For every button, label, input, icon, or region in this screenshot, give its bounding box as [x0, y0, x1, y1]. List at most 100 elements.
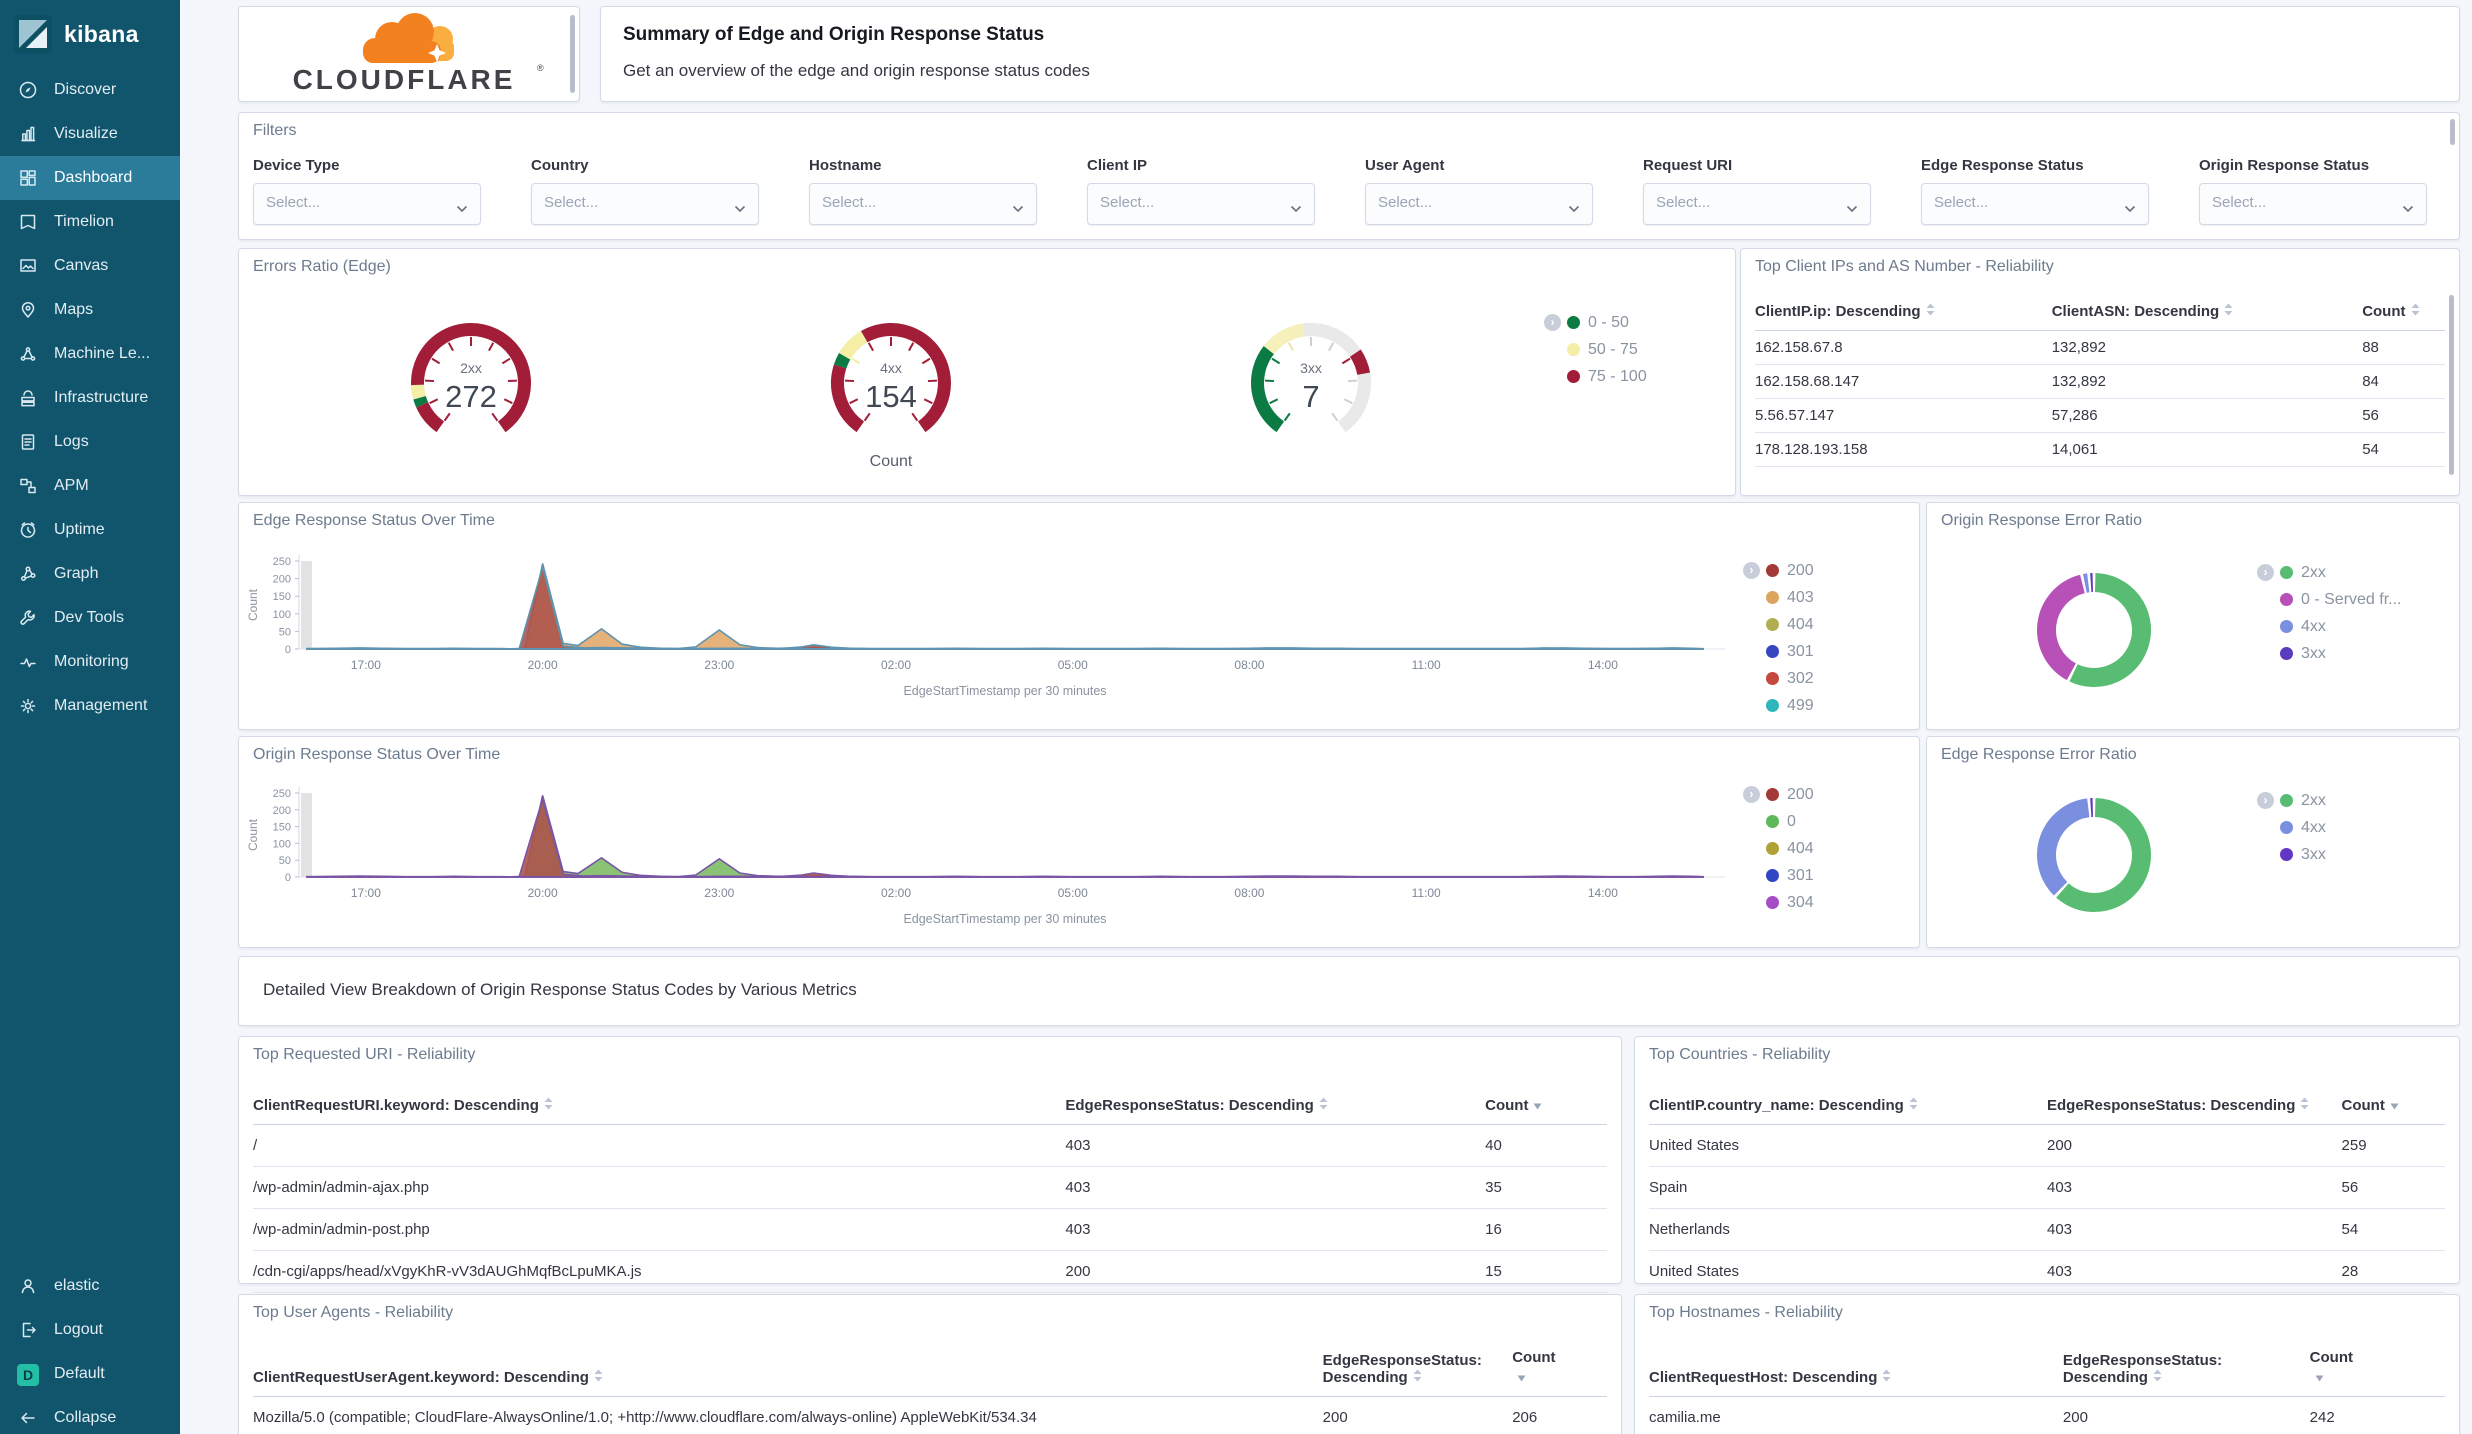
table-row: Spain 403 56	[1649, 1166, 2445, 1209]
column-header-clientip-ip[interactable]: ClientIP.ip: Descending	[1755, 293, 2052, 331]
kibana-logo[interactable]: kibana	[0, 0, 180, 66]
column-header-clientrequesthost[interactable]: ClientRequestHost: Descending	[1649, 1339, 2063, 1397]
legend-item[interactable]: 4xx	[2257, 814, 2326, 841]
sidebar-nav: Discover Visualize Dashboard Timelion Canvas…	[0, 68, 180, 728]
filter-select-user-agent[interactable]: Select...	[1365, 183, 1593, 225]
svg-text:23:00: 23:00	[704, 886, 734, 900]
select-placeholder: Select...	[1934, 194, 1989, 211]
legend-item[interactable]: 0 - Served fr...	[2257, 586, 2401, 613]
sidebar-item-graph[interactable]: Graph	[0, 552, 180, 596]
legend-expand-icon[interactable]: ›	[1743, 786, 1760, 803]
filter-select-hostname[interactable]: Select...	[809, 183, 1037, 225]
legend-expand-icon[interactable]: ›	[2257, 792, 2274, 809]
dashboard-title: Summary of Edge and Origin Response Stat…	[623, 24, 1045, 45]
column-header-count[interactable]: Count	[2341, 1087, 2445, 1125]
filter-select-request-uri[interactable]: Select...	[1643, 183, 1871, 225]
column-header-clientrequesturi-keyword[interactable]: ClientRequestURI.keyword: Descending	[253, 1087, 1066, 1125]
panel-title: Edge Response Status Over Time	[253, 512, 495, 529]
legend-item[interactable]: › 2xx	[2257, 787, 2326, 814]
sidebar-item-management[interactable]: Management	[0, 684, 180, 728]
legend-item[interactable]: 75 - 100	[1544, 363, 1647, 390]
legend-expand-icon[interactable]: ›	[1544, 314, 1561, 331]
legend-swatch	[1766, 869, 1779, 882]
sidebar-item-label: Dashboard	[54, 169, 133, 186]
column-header-edgeresponsestatus[interactable]: EdgeResponseStatus: Descending	[1322, 1339, 1513, 1397]
sidebar-item-logs[interactable]: Logs	[0, 420, 180, 464]
select-placeholder: Select...	[822, 194, 877, 211]
svg-text:3xx: 3xx	[1300, 360, 1322, 376]
sidebar-item-elastic[interactable]: elastic	[0, 1264, 180, 1308]
column-header-edgeresponsestatus[interactable]: EdgeResponseStatus: Descending	[2062, 1339, 2310, 1397]
column-header-clientrequestuseragent-keyword[interactable]: ClientRequestUserAgent.keyword: Descendi…	[253, 1339, 1323, 1397]
sidebar-item-label: APM	[54, 477, 89, 494]
sort-icon	[1413, 1369, 1422, 1382]
sidebar-item-apm[interactable]: APM	[0, 464, 180, 508]
legend-item[interactable]: › 2xx	[2257, 559, 2401, 586]
sidebar-item-collapse[interactable]: Collapse	[0, 1396, 180, 1434]
legend-item[interactable]: 403	[1743, 584, 1814, 611]
column-header-count[interactable]: Count	[2362, 293, 2445, 331]
column-header-clientasn[interactable]: ClientASN: Descending	[2051, 293, 2363, 331]
sidebar-item-timelion[interactable]: Timelion	[0, 200, 180, 244]
sidebar-item-logout[interactable]: Logout	[0, 1308, 180, 1352]
legend-item[interactable]: 302	[1743, 665, 1814, 692]
svg-text:250: 250	[273, 556, 291, 568]
legend-label: 4xx	[2301, 617, 2326, 635]
filter-select-device-type[interactable]: Select...	[253, 183, 481, 225]
sidebar-item-infrastructure[interactable]: Infrastructure	[0, 376, 180, 420]
filter-select-origin-response-status[interactable]: Select...	[2199, 183, 2427, 225]
filter-group-origin-response-status: Origin Response Status Select...	[2199, 157, 2427, 225]
legend-label: 0	[1787, 812, 1796, 830]
panel-scrollbar-thumb[interactable]	[570, 15, 575, 93]
column-header-count[interactable]: Count	[1512, 1339, 1607, 1397]
sidebar-item-machine-le[interactable]: Machine Le...	[0, 332, 180, 376]
sidebar-item-canvas[interactable]: Canvas	[0, 244, 180, 288]
legend-item[interactable]: 304	[1743, 889, 1814, 916]
table-row: 162.158.68.147 132,892 84	[1755, 364, 2445, 399]
svg-text:100: 100	[273, 838, 291, 850]
monitoring-icon	[18, 652, 38, 672]
legend-item[interactable]: › 200	[1743, 781, 1814, 808]
panel-errors-ratio: Errors Ratio (Edge) Count 2xx 272 4xx 154 3x…	[238, 248, 1736, 496]
legend-expand-icon[interactable]: ›	[1743, 562, 1760, 579]
legend-item[interactable]: 301	[1743, 638, 1814, 665]
column-header-clientip-country-name[interactable]: ClientIP.country_name: Descending	[1649, 1087, 2047, 1125]
sidebar-item-discover[interactable]: Discover	[0, 68, 180, 112]
legend-label: 403	[1787, 588, 1814, 606]
legend-expand-icon[interactable]: ›	[2257, 564, 2274, 581]
sidebar-item-dashboard[interactable]: Dashboard	[0, 156, 180, 200]
sidebar-item-default[interactable]: D Default	[0, 1352, 180, 1396]
legend-item[interactable]: › 0 - 50	[1544, 309, 1647, 336]
column-header-edgeresponsestatus[interactable]: EdgeResponseStatus: Descending	[1065, 1087, 1486, 1125]
panel-scrollbar-thumb[interactable]	[2449, 295, 2454, 475]
legend-swatch	[1766, 645, 1779, 658]
svg-text:17:00: 17:00	[351, 658, 381, 672]
legend-item[interactable]: 499	[1743, 692, 1814, 719]
sidebar-item-label: Monitoring	[54, 653, 129, 670]
sidebar-item-visualize[interactable]: Visualize	[0, 112, 180, 156]
sort-icon	[594, 1369, 603, 1382]
legend-item[interactable]: 0	[1743, 808, 1814, 835]
column-header-edgeresponsestatus[interactable]: EdgeResponseStatus: Descending	[2047, 1087, 2342, 1125]
legend-item[interactable]: 3xx	[2257, 841, 2326, 868]
legend-item[interactable]: 3xx	[2257, 640, 2401, 667]
legend-item[interactable]: › 200	[1743, 557, 1814, 584]
legend-item[interactable]: 50 - 75	[1544, 336, 1647, 363]
sidebar-item-label: Graph	[54, 565, 99, 582]
column-header-count[interactable]: Count	[1485, 1087, 1607, 1125]
sidebar-item-maps[interactable]: Maps	[0, 288, 180, 332]
dev-tools-icon	[18, 608, 38, 628]
legend-item[interactable]: 4xx	[2257, 613, 2401, 640]
sidebar-item-dev-tools[interactable]: Dev Tools	[0, 596, 180, 640]
sidebar-item-monitoring[interactable]: Monitoring	[0, 640, 180, 684]
filter-select-client-ip[interactable]: Select...	[1087, 183, 1315, 225]
legend-item[interactable]: 301	[1743, 862, 1814, 889]
panel-scrollbar-thumb[interactable]	[2450, 119, 2455, 145]
chevron-down-icon	[1290, 200, 1302, 218]
column-header-count[interactable]: Count	[2309, 1339, 2445, 1397]
legend-item[interactable]: 404	[1743, 611, 1814, 638]
sidebar-item-uptime[interactable]: Uptime	[0, 508, 180, 552]
filter-select-edge-response-status[interactable]: Select...	[1921, 183, 2149, 225]
legend-item[interactable]: 404	[1743, 835, 1814, 862]
filter-select-country[interactable]: Select...	[531, 183, 759, 225]
